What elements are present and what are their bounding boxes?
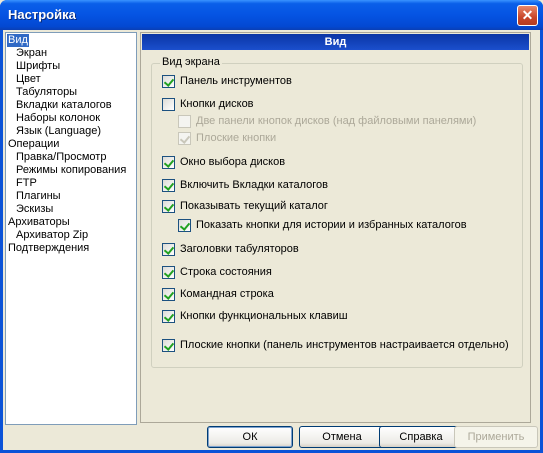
option-label: Кнопки функциональных клавиш [180, 310, 348, 322]
tree-item-edit-view[interactable]: Правка/Просмотр [15, 151, 107, 164]
tree-item-ftp[interactable]: FTP [15, 177, 38, 190]
option-label: Окно выбора дисков [180, 156, 286, 168]
checkbox-tab-headers[interactable] [162, 243, 175, 256]
option-label: Строка состояния [180, 266, 272, 278]
apply-button: Применить [454, 426, 538, 448]
help-button[interactable]: Справка [379, 426, 463, 448]
checkbox-flat-buttons[interactable] [162, 339, 175, 352]
settings-panel: Вид Вид экрана Панель инструментов Кнопк… [140, 32, 531, 423]
tree-item-view[interactable]: Вид [7, 34, 29, 47]
checkbox-drive-combo[interactable] [162, 156, 175, 169]
title-bar[interactable]: Настройка ✕ [0, 0, 543, 30]
settings-window: Настройка ✕ Вид Экран Шрифты Цвет Табуля… [0, 0, 543, 453]
group-title: Вид экрана [160, 56, 222, 68]
checkbox-status-bar[interactable] [162, 266, 175, 279]
checkbox-current-dir[interactable] [162, 200, 175, 213]
option-label: Заголовки табуляторов [180, 243, 299, 255]
option-label: Кнопки дисков [180, 98, 254, 110]
ok-button[interactable]: ОК [207, 426, 293, 448]
checkbox-two-drive-bars [178, 115, 191, 128]
option-label: Включить Вкладки каталогов [180, 179, 328, 191]
tree-item-plugins[interactable]: Плагины [15, 190, 62, 203]
option-label: Плоские кнопки [196, 132, 277, 144]
screen-view-group: Вид экрана Панель инструментов Кнопки ди… [151, 56, 523, 368]
tree-item-folder-tabs[interactable]: Вкладки каталогов [15, 99, 113, 112]
tree-item-confirmations[interactable]: Подтверждения [7, 242, 90, 255]
checkbox-function-keys[interactable] [162, 310, 175, 323]
option-label: Панель инструментов [180, 75, 292, 87]
option-label: Плоские кнопки (панель инструментов наст… [180, 339, 509, 351]
checkbox-command-line[interactable] [162, 288, 175, 301]
dialog-client-area: Вид Экран Шрифты Цвет Табуляторы Вкладки… [3, 30, 540, 450]
checkbox-folder-tabs[interactable] [162, 179, 175, 192]
tree-item-thumbnails[interactable]: Эскизы [15, 203, 54, 216]
tree-item-fonts[interactable]: Шрифты [15, 60, 61, 73]
tree-item-zip-archiver[interactable]: Архиватор Zip [15, 229, 89, 242]
checkbox-toolbar[interactable] [162, 75, 175, 88]
checkbox-history-buttons[interactable] [178, 219, 191, 232]
panel-header: Вид [142, 34, 529, 50]
settings-tree[interactable]: Вид Экран Шрифты Цвет Табуляторы Вкладки… [5, 32, 137, 425]
tree-item-copy-modes[interactable]: Режимы копирования [15, 164, 127, 177]
tree-item-operations[interactable]: Операции [7, 138, 60, 151]
tree-item-tabstops[interactable]: Табуляторы [15, 86, 78, 99]
checkbox-flat-drive-buttons [178, 132, 191, 145]
checkbox-drive-buttons[interactable] [162, 98, 175, 111]
close-icon: ✕ [521, 7, 534, 23]
tree-item-color[interactable]: Цвет [15, 73, 42, 86]
tree-item-column-sets[interactable]: Наборы колонок [15, 112, 101, 125]
tree-item-screen[interactable]: Экран [15, 47, 48, 60]
window-title: Настройка [8, 7, 76, 22]
option-label: Командная строка [180, 288, 274, 300]
tree-item-archivers[interactable]: Архиваторы [7, 216, 71, 229]
tree-item-language[interactable]: Язык (Language) [15, 125, 102, 138]
cancel-button[interactable]: Отмена [299, 426, 385, 448]
option-label: Две панели кнопок дисков (над файловыми … [196, 115, 477, 127]
close-button[interactable]: ✕ [517, 5, 538, 26]
option-label: Показать кнопки для истории и избранных … [196, 219, 467, 231]
option-label: Показывать текущий каталог [180, 200, 328, 212]
